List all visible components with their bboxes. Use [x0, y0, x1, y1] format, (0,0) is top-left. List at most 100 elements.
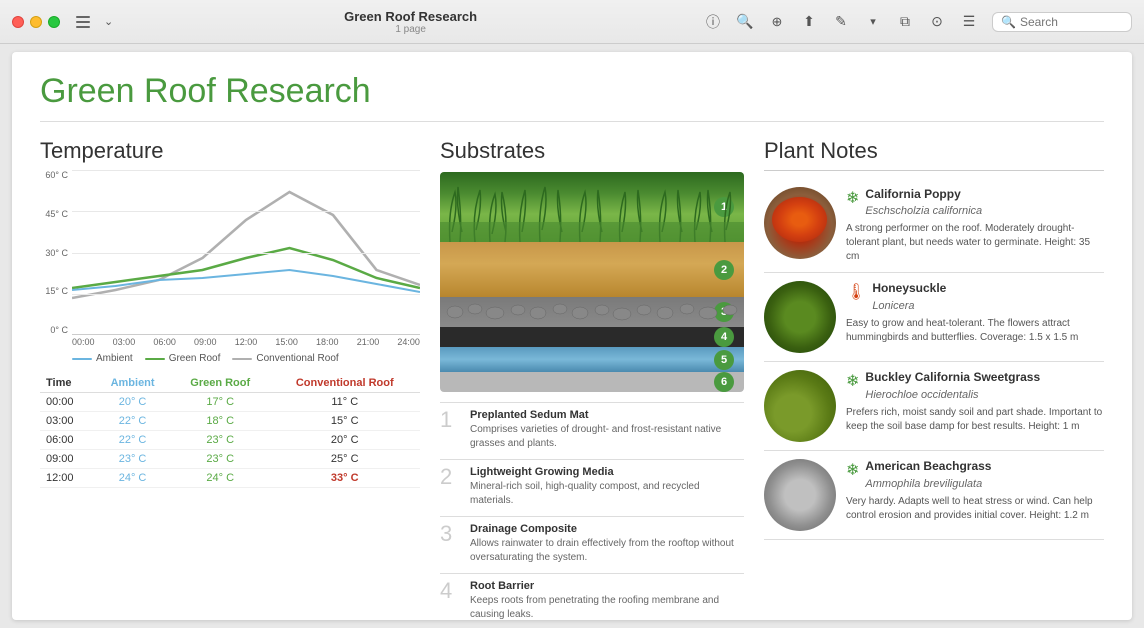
plant-info: ❄ Buckley California Sweetgrass Hierochl…	[846, 370, 1104, 442]
plant-photo	[764, 459, 836, 531]
plant-common-name: California Poppy	[865, 187, 982, 201]
zoom-in-icon[interactable]: ⊕	[768, 13, 786, 31]
chevron-down-icon[interactable]: ⌄	[104, 15, 113, 28]
legend-greenroof: Green Roof	[145, 353, 221, 364]
substrate-number: 4	[440, 580, 460, 620]
plant-name-block: American Beachgrass Ammophila breviligul…	[865, 459, 991, 491]
greenroof-cell: 24° C	[171, 469, 270, 488]
titlebar: ⌄ Green Roof Research 1 page ⓘ 🔍 ⊕ ⬆ ✎ ▾…	[0, 0, 1144, 44]
plant-icon: ❄	[846, 371, 859, 391]
greenroof-legend-label: Green Roof	[169, 353, 221, 364]
y-label-30: 30° C	[40, 248, 68, 258]
notes-icon[interactable]: ☰	[960, 13, 978, 31]
substrate-layer-1: 1	[440, 172, 744, 242]
col-header-ambient: Ambient	[94, 374, 171, 393]
document-title-area: Green Roof Research 1 page	[125, 9, 696, 35]
y-label-60: 60° C	[40, 170, 68, 180]
page-content: Green Roof Research Temperature 0° C 15°…	[12, 52, 1132, 620]
search-input[interactable]	[1020, 15, 1120, 29]
plant-name-block: Buckley California Sweetgrass Hierochloe…	[865, 370, 1040, 402]
main-columns: Temperature 0° C 15° C 30° C 45° C 60° C	[40, 138, 1104, 610]
table-row: 09:00 23° C 23° C 25° C	[40, 450, 420, 469]
substrate-title: Lightweight Growing Media	[470, 466, 744, 478]
temperature-table: Time Ambient Green Roof Conventional Roo…	[40, 374, 420, 488]
plant-info: ❄ American Beachgrass Ammophila brevilig…	[846, 459, 1104, 531]
layer-badge-2: 2	[714, 260, 734, 280]
temperature-chart	[72, 170, 420, 330]
substrate-number: 2	[440, 466, 460, 508]
conventional-cell: 11° C	[270, 393, 421, 412]
plant-description: Very hardy. Adapts well to heat stress o…	[846, 495, 1104, 523]
plant-notes-heading: Plant Notes	[764, 138, 1104, 171]
plant-icon: ❄	[846, 460, 859, 480]
col-header-conventional: Conventional Roof	[270, 374, 421, 393]
substrate-text: Preplanted Sedum Mat Comprises varieties…	[470, 409, 744, 451]
layer-badge-5: 5	[714, 350, 734, 370]
plant-scientific-name: Ammophila breviligulata	[865, 478, 982, 490]
ambient-legend-label: Ambient	[96, 353, 133, 364]
plant-scientific-name: Hierochloe occidentalis	[865, 389, 978, 401]
substrates-section: Substrates	[440, 138, 744, 620]
ambient-legend-line	[72, 358, 92, 360]
plant-icon: ❄	[846, 188, 859, 208]
plant-item: ❄ American Beachgrass Ammophila brevilig…	[764, 451, 1104, 540]
gravel-svg	[440, 297, 744, 327]
plant-header: ❄ American Beachgrass Ammophila brevilig…	[846, 459, 1104, 491]
minimize-button[interactable]	[30, 16, 42, 28]
x-label: 12:00	[235, 337, 258, 347]
info-icon[interactable]: ⓘ	[704, 13, 722, 31]
substrate-desc: Allows rainwater to drain effectively fr…	[470, 537, 744, 565]
substrate-text: Root Barrier Keeps roots from penetratin…	[470, 580, 744, 620]
table-row: 12:00 24° C 24° C 33° C	[40, 469, 420, 488]
substrate-layer-5: 5	[440, 347, 744, 372]
greenroof-legend-line	[145, 358, 165, 360]
plant-item: 🌡 Honeysuckle Lonicera Easy to grow and …	[764, 273, 1104, 362]
conventional-legend-line	[232, 358, 252, 360]
greenroof-cell: 18° C	[171, 412, 270, 431]
search-bar[interactable]: 🔍	[992, 12, 1132, 32]
zoom-out-icon[interactable]: 🔍	[736, 13, 754, 31]
conventional-cell: 25° C	[270, 450, 421, 469]
document-title: Green Roof Research	[344, 9, 477, 24]
y-label-15: 15° C	[40, 286, 68, 296]
pen-icon[interactable]: ✎	[832, 13, 850, 31]
maximize-button[interactable]	[48, 16, 60, 28]
time-cell: 09:00	[40, 450, 94, 469]
plant-item: ❄ California Poppy Eschscholzia californ…	[764, 179, 1104, 273]
plant-common-name: Honeysuckle	[872, 281, 946, 295]
plant-common-name: American Beachgrass	[865, 459, 991, 473]
grass-svg	[440, 172, 744, 242]
plant-icon: 🌡	[846, 282, 866, 302]
plant-info: ❄ California Poppy Eschscholzia californ…	[846, 187, 1104, 264]
plant-info: 🌡 Honeysuckle Lonicera Easy to grow and …	[846, 281, 1104, 353]
y-axis: 0° C 15° C 30° C 45° C 60° C	[40, 170, 68, 335]
substrates-heading: Substrates	[440, 138, 744, 164]
layer-badge-4: 4	[714, 327, 734, 347]
x-label: 06:00	[153, 337, 176, 347]
traffic-lights	[12, 16, 60, 28]
toolbar-icons: ⓘ 🔍 ⊕ ⬆ ✎ ▾ ⧉ ⊙ ☰ 🔍	[704, 12, 1132, 32]
substrate-number: 3	[440, 523, 460, 565]
close-button[interactable]	[12, 16, 24, 28]
col-header-greenroof: Green Roof	[171, 374, 270, 393]
conventional-cell: 33° C	[270, 469, 421, 488]
conventional-legend-label: Conventional Roof	[256, 353, 338, 364]
y-label-0: 0° C	[40, 325, 68, 335]
substrate-list-item: 4 Root Barrier Keeps roots from penetrat…	[440, 573, 744, 620]
ambient-cell: 22° C	[94, 412, 171, 431]
plant-common-name: Buckley California Sweetgrass	[865, 370, 1040, 384]
share-icon[interactable]: ⬆	[800, 13, 818, 31]
person-icon[interactable]: ⊙	[928, 13, 946, 31]
window-icon[interactable]: ⧉	[896, 13, 914, 31]
x-label: 21:00	[357, 337, 380, 347]
x-label: 18:00	[316, 337, 339, 347]
sidebar-toggle-button[interactable]	[76, 13, 94, 31]
substrate-text: Drainage Composite Allows rainwater to d…	[470, 523, 744, 565]
plant-description: Easy to grow and heat-tolerant. The flow…	[846, 317, 1104, 345]
substrate-layer-2: 2	[440, 242, 744, 297]
chevron-down-icon[interactable]: ▾	[864, 13, 882, 31]
substrate-desc: Comprises varieties of drought- and fros…	[470, 423, 744, 451]
substrate-number: 1	[440, 409, 460, 451]
table-row: 00:00 20° C 17° C 11° C	[40, 393, 420, 412]
time-cell: 03:00	[40, 412, 94, 431]
